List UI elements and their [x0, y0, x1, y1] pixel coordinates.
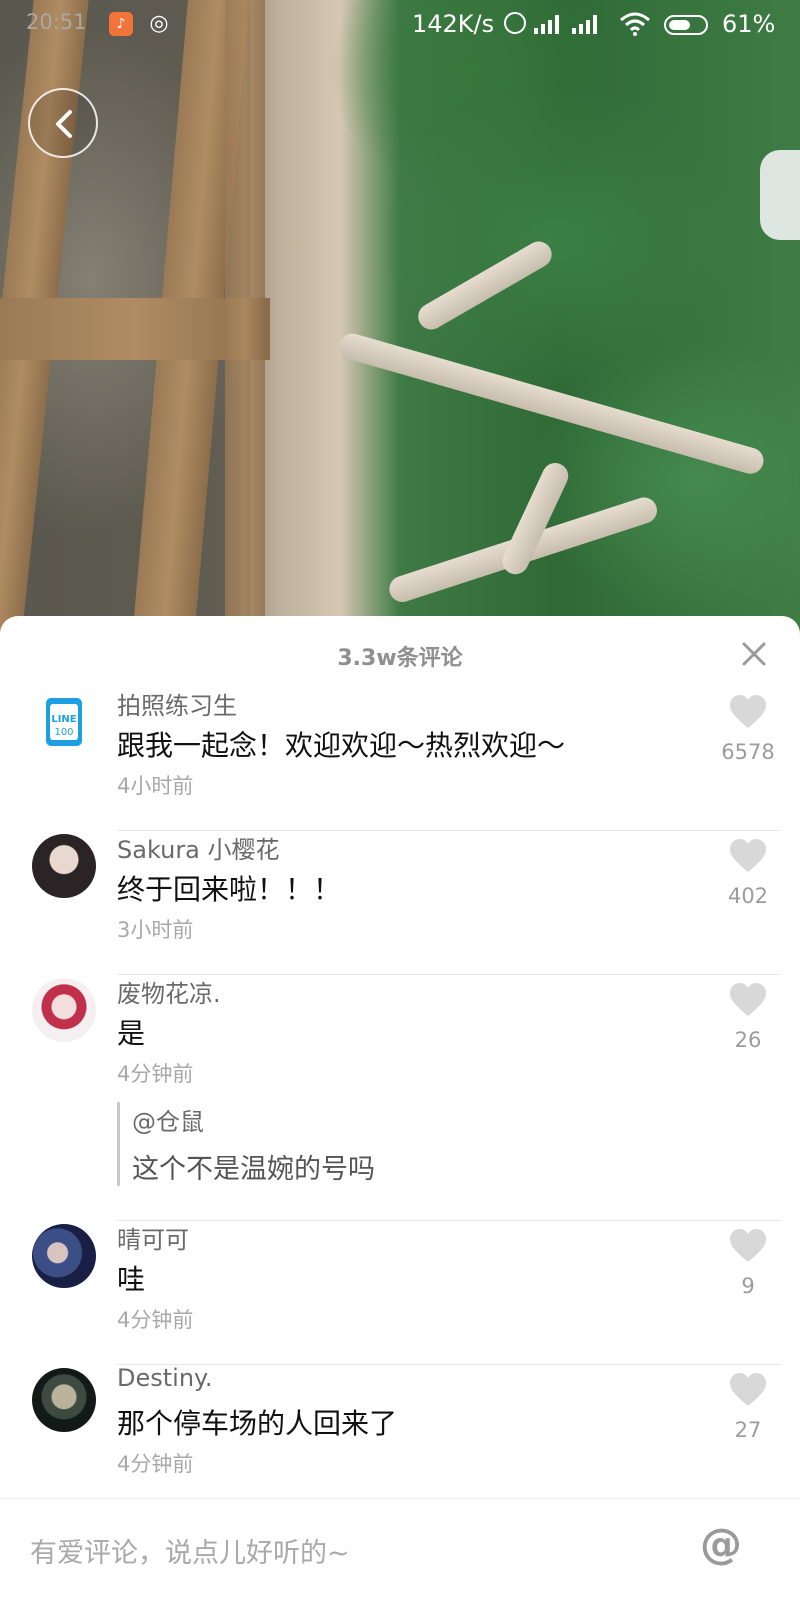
comment-text[interactable]: 跟我一起念！欢迎欢迎～热烈欢迎～ [117, 724, 565, 764]
like-button[interactable]: 402 [716, 838, 780, 908]
like-button[interactable]: 6578 [716, 694, 780, 764]
comment-item: 晴可可 哇 4分钟前 9 [0, 1220, 800, 1350]
heart-icon [730, 1373, 766, 1406]
network-speed: 142K/s [412, 10, 495, 38]
alarm-icon [504, 12, 526, 34]
comment-username[interactable]: 晴可可 [117, 1220, 189, 1255]
reply-quote[interactable]: @仓鼠 这个不是温婉的号吗 [117, 1102, 532, 1186]
comment-item: Destiny. 那个停车场的人回来了 4分钟前 27 [0, 1364, 800, 1494]
reply-text: 这个不是温婉的号吗 [132, 1154, 375, 1185]
comment-item: 废物花凉. 是 4分钟前 26 @仓鼠 这个不是温婉的号吗 [0, 974, 800, 1218]
like-count: 26 [734, 1028, 762, 1052]
comment-time: 4分钟前 [117, 1452, 194, 1476]
status-bar: 20:51 ♪ ◎ 142K/s 61% [0, 0, 800, 50]
comment-time: 4小时前 [117, 774, 194, 798]
sky-patch [760, 150, 800, 240]
comment-text[interactable]: 终于回来啦！！！ [117, 868, 341, 908]
signal-icon [572, 14, 600, 34]
battery-percent: 61% [722, 10, 776, 38]
comment-item: Sakura 小樱花 终于回来啦！！！ 3小时前 402 [0, 830, 800, 960]
comments-count-title: 3.3w条评论 [337, 646, 463, 671]
comments-sheet: 3.3w条评论 LINE 100 拍照练习生 跟我一起念！欢迎欢迎～热烈欢迎～ … [0, 616, 800, 1600]
clock: 20:51 [26, 10, 87, 34]
comment-time: 3小时前 [117, 918, 194, 942]
video-player[interactable] [0, 0, 800, 640]
close-icon[interactable] [740, 640, 768, 668]
heart-icon [730, 839, 766, 872]
reply-username[interactable]: @仓鼠 [132, 1102, 532, 1137]
battery-fill [669, 20, 690, 30]
like-count: 27 [734, 1418, 762, 1442]
like-button[interactable]: 27 [716, 1372, 780, 1442]
tree-branch [498, 458, 573, 579]
avatar[interactable] [32, 978, 96, 1042]
app-notification-icon: ♪ [109, 12, 133, 36]
comment-time: 4分钟前 [117, 1062, 194, 1086]
comment-text[interactable]: 哇 [117, 1258, 145, 1298]
heart-icon [730, 695, 766, 728]
like-count: 6578 [721, 740, 775, 764]
weibo-icon: ◎ [149, 11, 169, 36]
comment-item: LINE 100 拍照练习生 跟我一起念！欢迎欢迎～热烈欢迎～ 4小时前 657… [0, 686, 800, 816]
back-button[interactable] [28, 88, 98, 158]
heart-icon [730, 1229, 766, 1262]
comment-input[interactable]: 有爱评论，说点儿好听的~ [30, 1531, 350, 1570]
comment-input-bar[interactable]: 有爱评论，说点儿好听的~ @ [0, 1498, 800, 1601]
tree-branch [336, 330, 767, 477]
wooden-beam [225, 0, 265, 640]
comment-text[interactable]: 是 [117, 1012, 145, 1052]
wifi-icon [618, 12, 652, 36]
signal-icon [534, 14, 562, 34]
avatar[interactable] [32, 834, 96, 898]
mention-button[interactable]: @ [700, 1519, 742, 1568]
chevron-left-icon [56, 110, 72, 138]
tree-branch [413, 236, 557, 335]
comment-time: 4分钟前 [117, 1308, 194, 1332]
comment-username[interactable]: Sakura 小樱花 [117, 830, 280, 865]
comment-username[interactable]: 废物花凉. [117, 974, 221, 1009]
like-button[interactable]: 9 [716, 1228, 780, 1298]
svg-text:LINE: LINE [51, 714, 76, 725]
like-button[interactable]: 26 [716, 982, 780, 1052]
battery-icon [664, 15, 708, 35]
like-count: 9 [741, 1274, 755, 1298]
avatar[interactable] [32, 1368, 96, 1432]
avatar[interactable] [32, 1224, 96, 1288]
heart-icon [730, 983, 766, 1016]
svg-text:100: 100 [54, 727, 73, 738]
avatar[interactable]: LINE 100 [32, 690, 96, 754]
comment-username[interactable]: Destiny. [117, 1364, 212, 1392]
like-count: 402 [727, 884, 769, 908]
comment-username[interactable]: 拍照练习生 [117, 686, 237, 721]
comment-text[interactable]: 那个停车场的人回来了 [117, 1402, 397, 1442]
